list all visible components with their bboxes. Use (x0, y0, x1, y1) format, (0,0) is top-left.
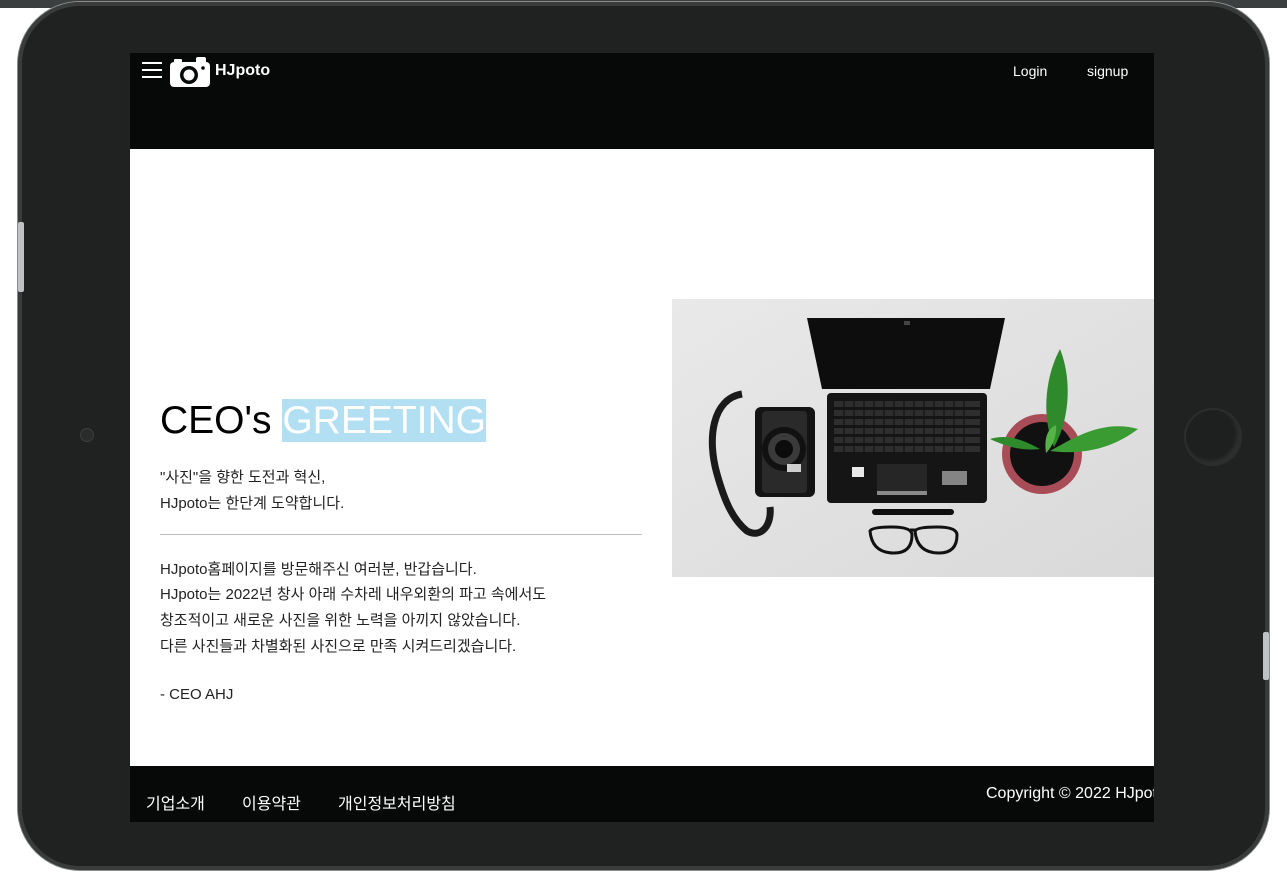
signup-link[interactable]: signup (1087, 63, 1128, 79)
tagline-line-1: "사진"을 향한 도전과 혁신, (160, 469, 326, 486)
home-button[interactable] (1184, 408, 1242, 466)
footer-link-about[interactable]: 기업소개 (146, 790, 205, 814)
title-prefix: CEO's (160, 399, 272, 442)
body-line-4: 다른 사진들과 차별화된 사진으로 만족 시켜드리겠습니다. (160, 638, 517, 655)
power-button (1263, 632, 1269, 680)
login-link[interactable]: Login (1013, 63, 1047, 79)
body-line-2: HJpoto는 2022년 창사 아래 수차레 내우외환의 파고 속에서도 (160, 586, 547, 603)
screen: HJpoto Login signup CEO's GREETING "사진"을… (130, 53, 1154, 822)
footer-link-privacy[interactable]: 개인정보처리방침 (338, 790, 456, 814)
camera-logo-icon[interactable] (170, 56, 210, 87)
site-footer: 기업소개 이용약관 개인정보처리방침 Copyright © 2022 HJpo… (130, 766, 1154, 822)
footer-link-terms[interactable]: 이용약관 (242, 790, 301, 814)
volume-button (18, 222, 24, 292)
copyright-text: Copyright © 2022 HJpoto (986, 785, 1154, 802)
menu-icon[interactable] (142, 62, 162, 78)
front-camera (80, 428, 94, 442)
body-line-1: HJpoto홈페이지를 방문해주신 여러분, 반갑습니다. (160, 561, 477, 578)
title-highlight: GREETING (282, 399, 486, 442)
site-header: HJpoto Login signup (130, 53, 1154, 149)
section-divider (160, 534, 642, 535)
tagline-line-2: HJpoto는 한단계 도약합니다. (160, 495, 345, 512)
desk-photo (672, 299, 1154, 577)
body-line-3: 창조적이고 새로운 사진을 위한 노력을 아끼지 않았습니다. (160, 612, 521, 629)
brand-name[interactable]: HJpoto (215, 62, 270, 80)
ceo-signature: - CEO AHJ (160, 686, 234, 703)
page-title: CEO's GREETING (160, 399, 486, 443)
